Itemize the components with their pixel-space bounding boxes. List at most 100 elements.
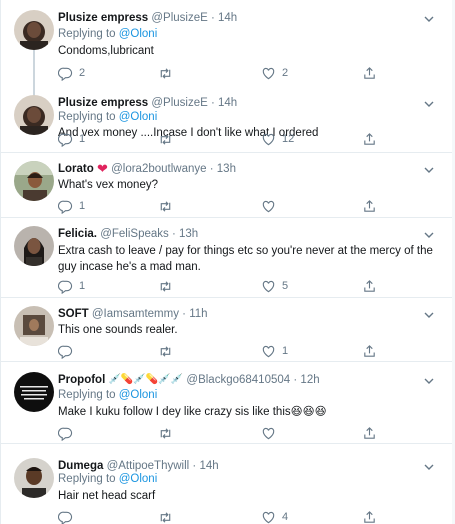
like-count: 2 [282, 67, 289, 79]
reply-button[interactable]: 2 [58, 65, 85, 81]
heart-icon [262, 345, 275, 357]
chevron-down-icon[interactable] [423, 229, 435, 241]
like-button[interactable]: 5 [261, 278, 288, 294]
display-name[interactable]: Felicia. [58, 228, 97, 240]
heart-icon [262, 67, 275, 79]
timestamp[interactable]: 14h [199, 460, 218, 472]
tweet[interactable]: Propofol 💉💊💉💊💉💉 @Blackgo68410504 · 12h R… [0, 362, 455, 444]
share-button[interactable] [362, 343, 377, 359]
share-icon [364, 426, 375, 439]
like-button[interactable]: 2 [261, 65, 288, 81]
separator: · [192, 460, 197, 472]
like-button[interactable]: 1 [261, 343, 288, 359]
retweet-icon [160, 427, 171, 439]
timestamp[interactable]: 12h [300, 374, 319, 386]
avatar[interactable] [14, 10, 54, 50]
display-name[interactable]: Propofol [58, 374, 105, 386]
reply-button[interactable]: 1 [58, 198, 85, 214]
chevron-down-icon[interactable] [423, 375, 435, 387]
chevron-down-icon[interactable] [423, 461, 435, 473]
heart-icon [262, 511, 275, 523]
reply-button[interactable] [58, 509, 79, 524]
reply-button[interactable]: 1 [58, 131, 85, 147]
chevron-down-icon[interactable] [423, 13, 435, 25]
mention-link[interactable]: @Oloni [119, 28, 158, 40]
handle[interactable]: @Blackgo68410504 [186, 374, 290, 386]
display-name[interactable]: Plusize empress [58, 97, 148, 109]
replying-to: Replying to @Oloni [58, 388, 157, 403]
avatar[interactable] [14, 226, 54, 266]
handle[interactable]: @PlusizeE [151, 97, 207, 109]
share-button[interactable] [362, 198, 377, 214]
timestamp[interactable]: 13h [217, 163, 236, 175]
reply-button[interactable] [58, 425, 79, 441]
share-icon [364, 66, 375, 79]
retweet-button[interactable] [158, 343, 179, 359]
reply-button[interactable]: 1 [58, 278, 85, 294]
display-name[interactable]: Lorato [58, 163, 94, 175]
tweet-header: Felicia. @FeliSpeaks · 13h [58, 226, 198, 242]
timestamp[interactable]: 14h [218, 12, 237, 24]
retweet-button[interactable] [158, 278, 179, 294]
timestamp[interactable]: 14h [218, 97, 237, 109]
tweet[interactable]: SOFT @Iamsamtemmy · 11h This one sounds … [0, 298, 455, 362]
retweet-icon [160, 345, 171, 357]
share-button[interactable] [362, 425, 377, 441]
avatar[interactable] [14, 458, 54, 498]
mention-link[interactable]: @Oloni [119, 111, 158, 123]
share-button[interactable] [362, 278, 377, 294]
separator: · [210, 97, 215, 109]
tweet-actions: 1 12 [58, 131, 388, 147]
handle[interactable]: @PlusizeE [151, 12, 207, 24]
chevron-down-icon[interactable] [423, 98, 435, 110]
share-button[interactable] [362, 65, 377, 81]
retweet-button[interactable] [158, 131, 179, 147]
display-name[interactable]: Plusize empress [58, 12, 148, 24]
like-button[interactable] [261, 198, 282, 214]
tweet-text: Make I kuku follow I dey like crazy sis … [58, 406, 327, 418]
tweet[interactable]: Plusize empress @PlusizeE · 14h Replying… [0, 0, 455, 90]
reply-icon [58, 427, 73, 441]
timestamp[interactable]: 11h [189, 308, 207, 320]
handle[interactable]: @FeliSpeaks [100, 228, 169, 240]
handle[interactable]: @lora2boutlwanye [111, 163, 206, 175]
tweet-header: Plusize empress @PlusizeE · 14h [58, 10, 237, 26]
like-count: 4 [282, 511, 289, 523]
retweet-button[interactable] [158, 509, 179, 524]
avatar[interactable] [14, 161, 54, 201]
avatar[interactable] [14, 306, 54, 346]
avatar[interactable] [14, 95, 54, 135]
chevron-down-icon[interactable] [423, 164, 435, 176]
tweet[interactable]: Lorato ❤ @lora2boutlwanye · 13h What's v… [0, 153, 455, 218]
tweet[interactable]: Felicia. @FeliSpeaks · 13h Extra cash to… [0, 218, 455, 298]
timestamp[interactable]: 13h [179, 228, 198, 240]
replying-to: Replying to @Oloni [58, 27, 157, 42]
like-button[interactable]: 12 [261, 131, 294, 147]
avatar[interactable] [14, 372, 54, 412]
handle[interactable]: @Iamsamtemmy [92, 308, 179, 320]
separator: · [182, 308, 186, 320]
handle[interactable]: @AttipoeThywill [107, 460, 190, 472]
tweet[interactable]: Plusize empress @PlusizeE · 14h Replying… [0, 90, 455, 153]
tweet-text: Extra cash to leave / pay for things etc… [58, 245, 433, 273]
retweet-button[interactable] [158, 425, 179, 441]
mention-link[interactable]: @Oloni [119, 389, 158, 401]
reply-count: 1 [79, 280, 86, 292]
chevron-down-icon[interactable] [423, 309, 435, 321]
like-button[interactable] [261, 425, 282, 441]
heart-icon [262, 200, 275, 212]
like-count: 5 [282, 280, 289, 292]
display-name[interactable]: Dumega [58, 460, 103, 472]
share-button[interactable] [362, 509, 377, 524]
tweet[interactable]: Dumega @AttipoeThywill · 14h Replying to… [0, 448, 455, 524]
retweet-button[interactable] [158, 198, 179, 214]
mention-link[interactable]: @Oloni [119, 473, 158, 485]
thread-line [33, 50, 35, 90]
heart-emoji: ❤ [96, 161, 108, 176]
display-name[interactable]: SOFT [58, 308, 89, 320]
tweet-actions [58, 425, 388, 441]
like-button[interactable]: 4 [261, 509, 288, 524]
retweet-button[interactable] [158, 65, 179, 81]
share-button[interactable] [362, 131, 377, 147]
reply-button[interactable] [58, 343, 79, 359]
